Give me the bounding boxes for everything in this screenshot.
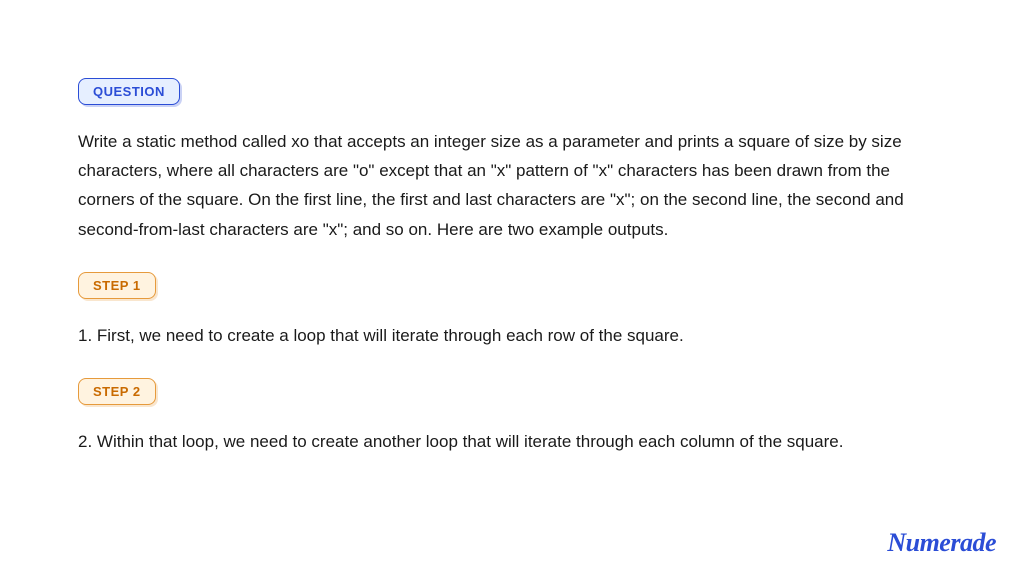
step-2-section: STEP 2 2. Within that loop, we need to c…	[78, 378, 946, 456]
step-2-text: 2. Within that loop, we need to create a…	[78, 427, 946, 456]
step-2-badge: STEP 2	[78, 378, 156, 405]
question-section: QUESTION Write a static method called xo…	[78, 78, 946, 244]
question-badge: QUESTION	[78, 78, 180, 105]
step-1-text: 1. First, we need to create a loop that …	[78, 321, 946, 350]
numerade-logo: Numerade	[887, 528, 996, 558]
step-1-badge: STEP 1	[78, 272, 156, 299]
step-1-section: STEP 1 1. First, we need to create a loo…	[78, 272, 946, 350]
question-text: Write a static method called xo that acc…	[78, 127, 946, 244]
